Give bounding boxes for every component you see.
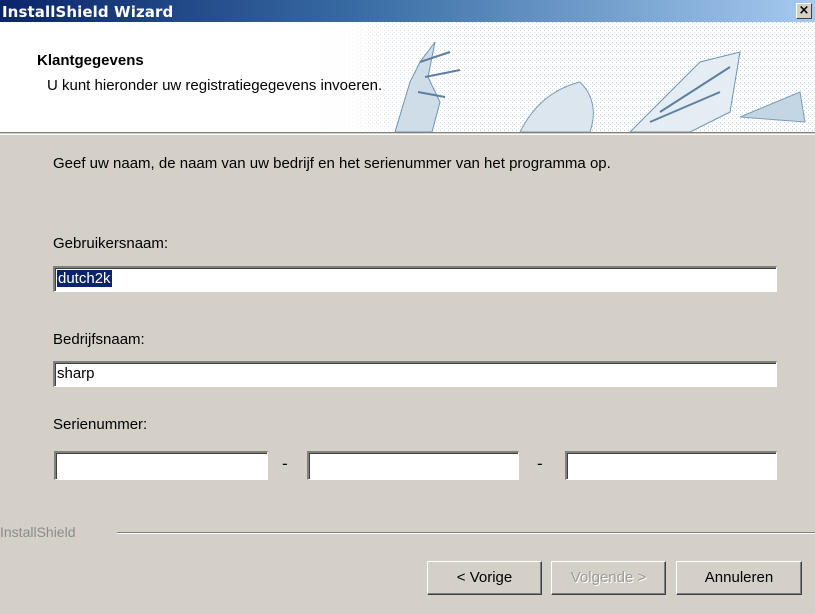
serial-separator-2: -: [537, 454, 543, 473]
serial-label: Serienummer:: [53, 416, 148, 433]
company-value: sharp: [57, 365, 95, 382]
serial-input-2[interactable]: [307, 451, 519, 480]
instruction-text: Geef uw naam, de naam van uw bedrijf en …: [53, 155, 611, 172]
username-label: Gebruikersnaam:: [53, 235, 169, 252]
title-bar[interactable]: InstallShield Wizard ×: [0, 0, 815, 22]
wizard-header: Klantgegevens U kunt hieronder uw regist…: [0, 22, 815, 135]
back-button[interactable]: < Vorige: [427, 561, 542, 595]
serial-separator-1: -: [282, 454, 288, 473]
company-label: Bedrijfsnaam:: [53, 331, 145, 348]
next-button[interactable]: Volgende >: [551, 561, 666, 595]
username-value: dutch2k: [57, 270, 112, 287]
username-input[interactable]: dutch2k: [53, 266, 777, 292]
cancel-button[interactable]: Annuleren: [676, 561, 802, 595]
footer-divider: [117, 532, 815, 534]
serial-input-1[interactable]: [54, 451, 268, 480]
close-button[interactable]: ×: [796, 3, 812, 19]
company-input[interactable]: sharp: [53, 361, 777, 387]
installshield-brand: InstallShield: [0, 524, 76, 540]
page-subtitle: U kunt hieronder uw registratiegegevens …: [47, 77, 383, 94]
installshield-wizard-window: InstallShield Wizard × Klantgegevens U k…: [0, 0, 815, 614]
close-icon: ×: [798, 3, 810, 18]
window-title: InstallShield Wizard: [2, 3, 174, 21]
page-title: Klantgegevens: [37, 52, 144, 69]
serial-input-3[interactable]: [565, 451, 777, 480]
